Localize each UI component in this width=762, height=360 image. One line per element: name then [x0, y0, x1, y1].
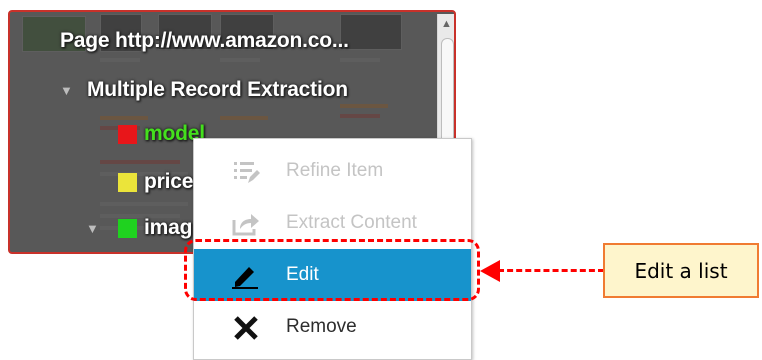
callout-arrow-line	[498, 269, 604, 272]
expand-triangle-icon[interactable]: ▼	[60, 83, 73, 98]
field-label-image: imag	[144, 216, 193, 239]
field-color-swatch	[118, 173, 137, 192]
menu-item-label: Extract Content	[286, 212, 417, 233]
x-icon	[234, 316, 258, 340]
field-color-swatch	[118, 125, 137, 144]
callout-arrow-head-icon	[480, 260, 500, 282]
edit-highlight-box	[184, 239, 480, 301]
callout-box: Edit a list	[603, 243, 759, 298]
page-node[interactable]: Page http://www.amazon.co...	[60, 29, 349, 53]
extraction-node-label: Multiple Record Extraction	[87, 78, 348, 101]
menu-item-label: Refine Item	[286, 160, 384, 181]
menu-item-label: Remove	[286, 316, 357, 337]
share-export-icon	[232, 214, 259, 236]
field-label-price: price	[144, 170, 194, 193]
menu-item-remove[interactable]: Remove	[194, 301, 471, 353]
menu-item-refine-item[interactable]: Refine Item	[194, 145, 471, 197]
callout-text: Edit a list	[634, 258, 728, 283]
page-node-label: Page http://www.amazon.co...	[60, 29, 349, 52]
expand-triangle-icon[interactable]: ▼	[86, 221, 99, 236]
field-color-swatch	[118, 219, 137, 238]
scroll-up-arrow-icon[interactable]: ▲	[438, 16, 454, 32]
refine-list-icon	[234, 162, 260, 183]
